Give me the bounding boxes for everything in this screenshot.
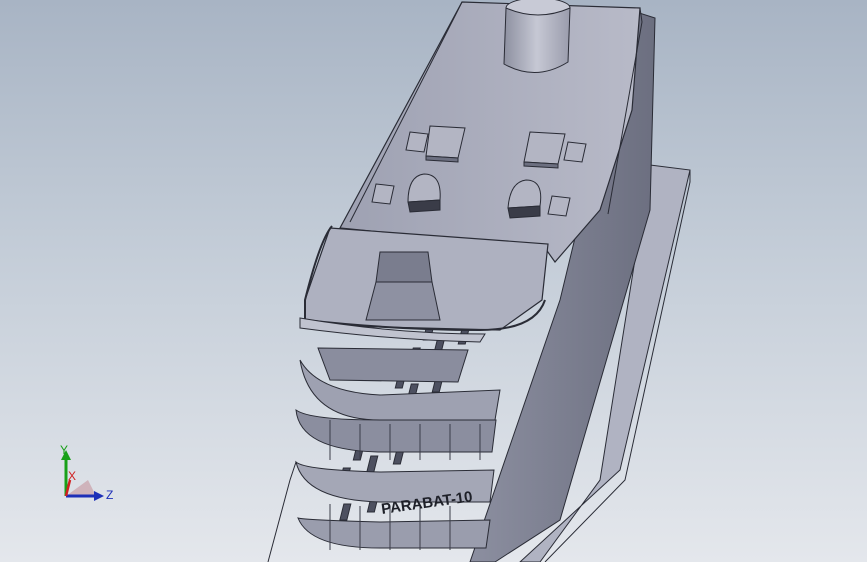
side-window <box>339 503 352 521</box>
mast-base <box>375 251 433 283</box>
funnel <box>503 7 571 73</box>
fwd-band-4 <box>297 517 491 549</box>
wheelhouse <box>317 347 469 383</box>
ship-model[interactable]: PARABAT-10 <box>0 0 867 562</box>
coordinate-triad-icon: Y X Z <box>60 443 113 502</box>
graphics-viewport[interactable]: PARABAT-10 Y X Z <box>0 0 867 562</box>
triad-x-label: X <box>68 469 76 483</box>
triad-z-label: Z <box>106 488 113 502</box>
triad-y-label: Y <box>60 443 68 457</box>
side-window <box>366 455 379 473</box>
